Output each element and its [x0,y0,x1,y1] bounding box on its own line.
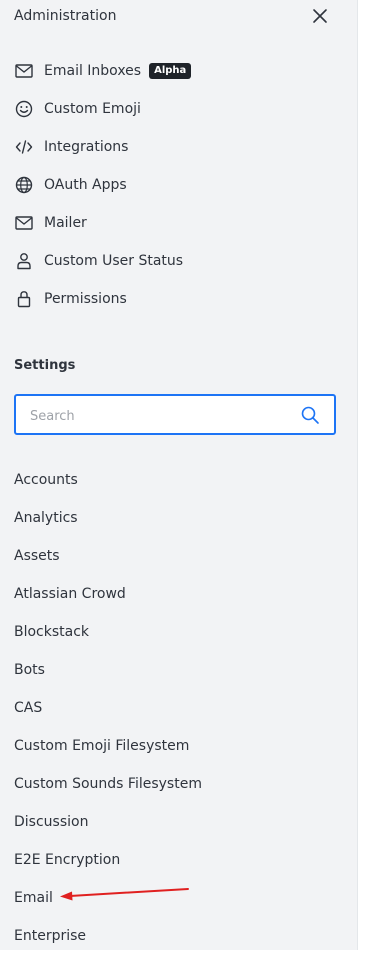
setting-item-custom-emoji-filesystem[interactable]: Custom Emoji Filesystem [14,727,344,765]
admin-item-label: Custom Emoji [44,101,141,117]
settings-search [14,394,336,435]
search-input[interactable] [28,404,292,428]
setting-item-enterprise[interactable]: Enterprise [14,917,344,955]
mail-icon [14,213,34,233]
smiley-icon [14,99,34,119]
sidebar-title: Administration [14,8,117,24]
lock-icon [14,289,34,309]
admin-item-label: Permissions [44,291,127,307]
setting-item-analytics[interactable]: Analytics [14,499,344,537]
admin-item-integrations[interactable]: Integrations [14,128,344,166]
mail-icon [14,61,34,81]
setting-item-assets[interactable]: Assets [14,537,344,575]
admin-item-permissions[interactable]: Permissions [14,280,344,318]
setting-item-e2e-encryption[interactable]: E2E Encryption [14,841,344,879]
settings-section-title: Settings [14,358,76,373]
setting-item-discussion[interactable]: Discussion [14,803,344,841]
close-icon [313,9,327,23]
code-icon [14,137,34,157]
admin-item-mailer[interactable]: Mailer [14,204,344,242]
annotation-arrow [60,888,189,901]
admin-item-oauth-apps[interactable]: OAuth Apps [14,166,344,204]
sidebar-header: Administration [14,0,344,34]
settings-list: Accounts Analytics Assets Atlassian Crow… [14,461,344,955]
globe-icon [14,175,34,195]
admin-item-label: Mailer [44,215,87,231]
admin-item-label: Custom User Status [44,253,184,269]
admin-item-custom-user-status[interactable]: Custom User Status [14,242,344,280]
admin-sidebar: Administration Email Inboxes Alpha Custo… [0,0,358,950]
setting-item-blockstack[interactable]: Blockstack [14,613,344,651]
alpha-badge: Alpha [149,63,192,79]
user-icon [14,251,34,271]
setting-item-accounts[interactable]: Accounts [14,461,344,499]
setting-item-bots[interactable]: Bots [14,651,344,689]
setting-item-custom-sounds-filesystem[interactable]: Custom Sounds Filesystem [14,765,344,803]
admin-item-custom-emoji[interactable]: Custom Emoji [14,90,344,128]
setting-item-atlassian-crowd[interactable]: Atlassian Crowd [14,575,344,613]
search-icon[interactable] [300,405,320,425]
admin-item-label: OAuth Apps [44,177,127,193]
admin-item-label: Integrations [44,139,129,155]
admin-menu: Email Inboxes Alpha Custom Emoji Integra… [14,52,344,318]
setting-item-cas[interactable]: CAS [14,689,344,727]
admin-item-label: Email Inboxes [44,63,142,79]
admin-item-email-inboxes[interactable]: Email Inboxes Alpha [14,52,344,90]
close-button[interactable] [310,6,330,26]
